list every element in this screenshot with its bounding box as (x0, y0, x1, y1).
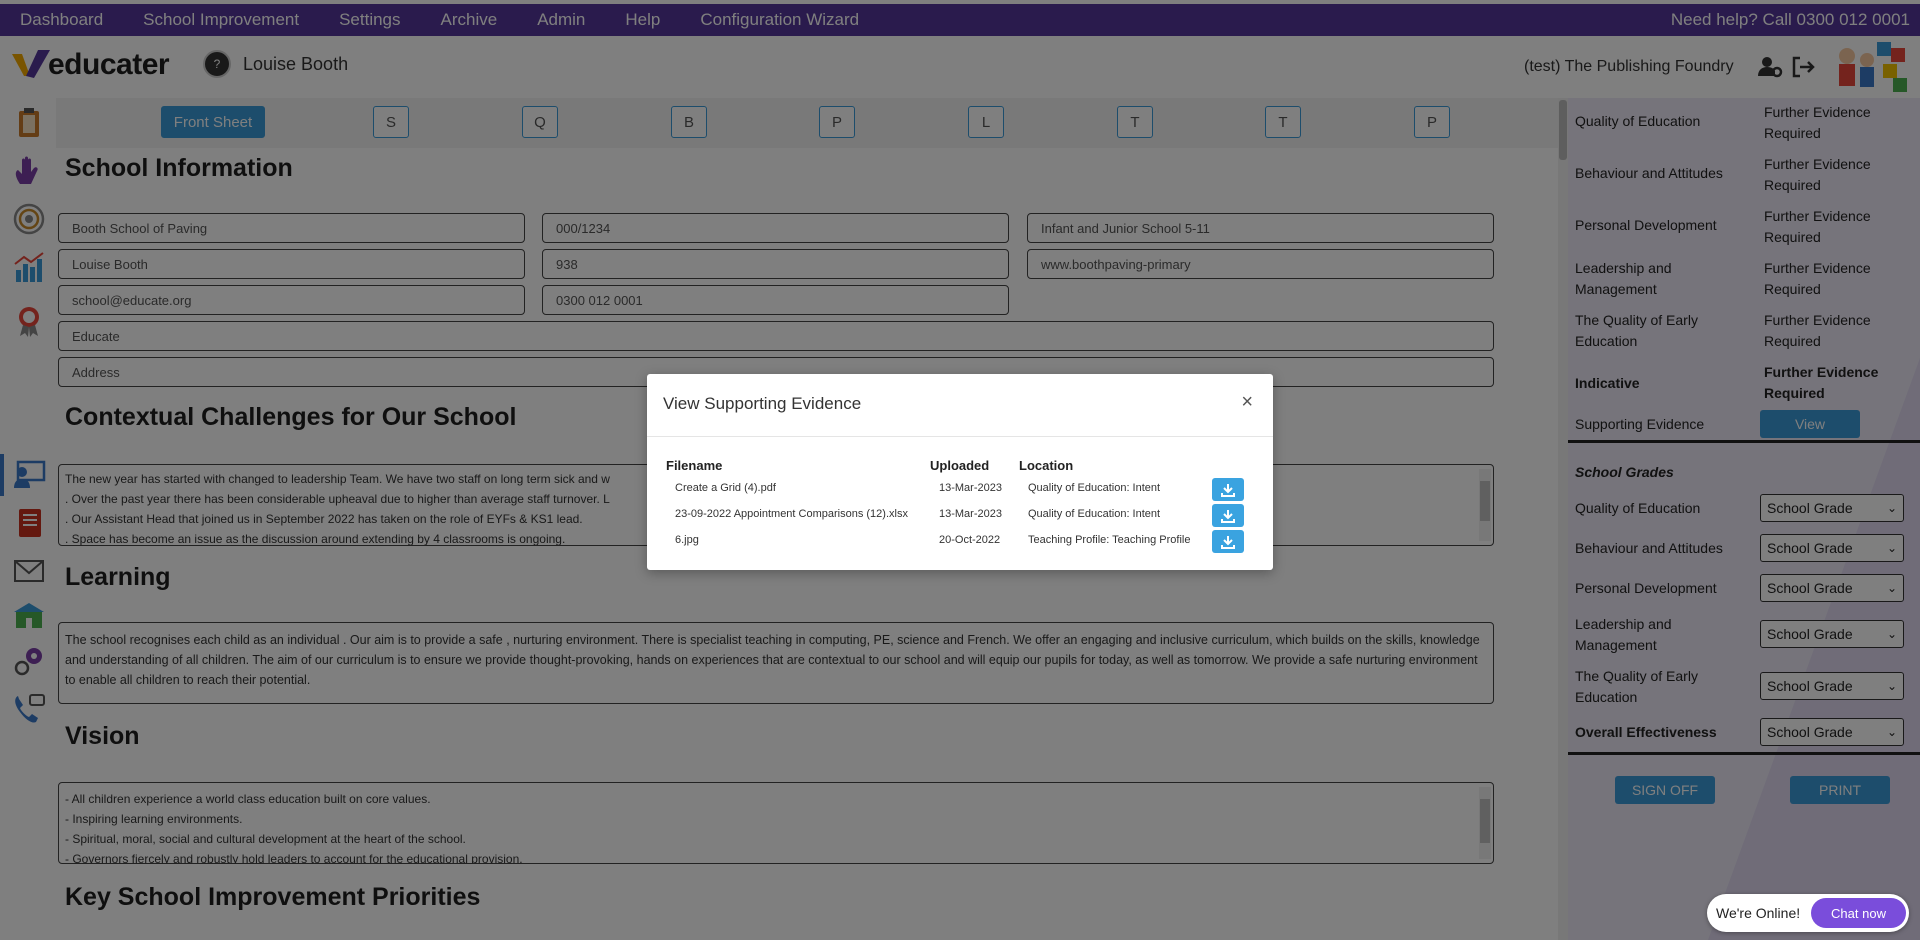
modal-title: View Supporting Evidence (663, 394, 862, 413)
download-button[interactable] (1212, 530, 1244, 553)
row-location: Quality of Education: Intent (1028, 508, 1161, 520)
supporting-evidence-modal: View Supporting Evidence × Filename Uplo… (647, 374, 1273, 570)
row-uploaded: 13-Mar-2023 (939, 508, 1002, 520)
column-header-filename: Filename (666, 458, 723, 473)
row-filename: 23-09-2022 Appointment Comparisons (12).… (675, 508, 908, 520)
column-header-location: Location (1019, 458, 1074, 473)
row-location: Quality of Education: Intent (1028, 482, 1161, 494)
row-filename: 6.jpg (675, 534, 699, 546)
row-uploaded: 20-Oct-2022 (939, 534, 1001, 546)
column-header-uploaded: Uploaded (930, 458, 990, 473)
row-location: Teaching Profile: Teaching Profile (1028, 534, 1191, 546)
chat-status: We're Online! (1716, 905, 1801, 921)
row-uploaded: 13-Mar-2023 (939, 482, 1002, 494)
download-icon (1221, 483, 1235, 497)
download-icon (1221, 535, 1235, 549)
chat-now-button[interactable]: Chat now (1811, 898, 1906, 928)
download-button[interactable] (1212, 478, 1244, 501)
chat-widget: We're Online! Chat now (1707, 894, 1909, 932)
modal-divider (647, 436, 1273, 437)
download-icon (1221, 509, 1235, 523)
download-button[interactable] (1212, 504, 1244, 527)
row-filename: Create a Grid (4).pdf (675, 482, 776, 494)
close-icon[interactable]: × (1241, 391, 1253, 414)
